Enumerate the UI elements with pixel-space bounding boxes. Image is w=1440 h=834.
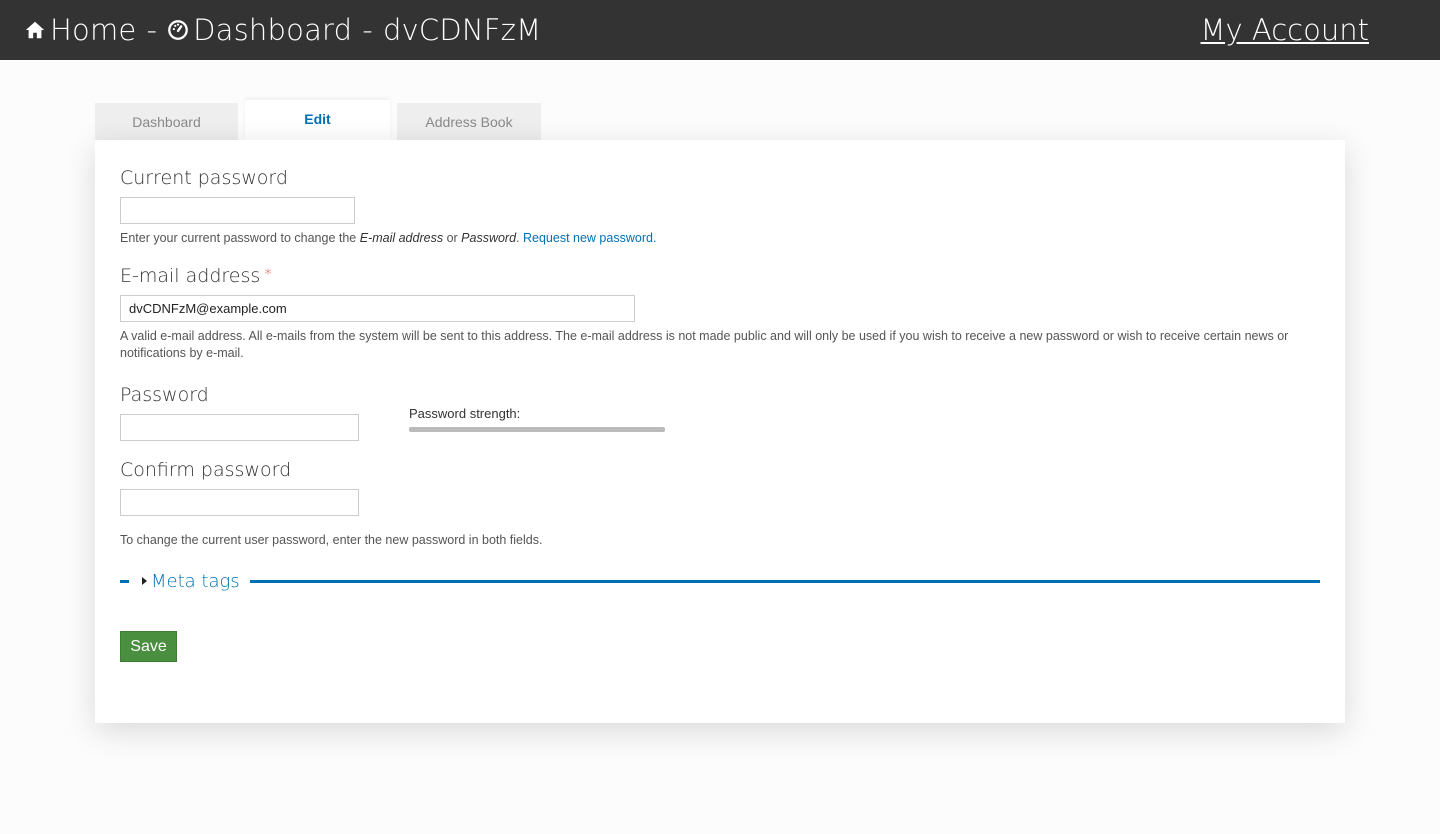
confirm-password-input[interactable] bbox=[120, 489, 359, 516]
description-text: or bbox=[443, 231, 462, 245]
breadcrumb-dashboard-link[interactable]: Dashboard bbox=[193, 13, 352, 47]
breadcrumb-home-link[interactable]: Home bbox=[50, 13, 136, 47]
confirm-password-label: Confirm password bbox=[120, 459, 292, 481]
save-button[interactable]: Save bbox=[120, 631, 177, 662]
home-icon bbox=[24, 19, 46, 41]
edit-account-form: Current password Enter your current pass… bbox=[95, 140, 1345, 723]
email-label: E-mail address * bbox=[120, 265, 272, 287]
password-label: Password bbox=[120, 384, 209, 406]
current-password-description: Enter your current password to change th… bbox=[120, 230, 656, 247]
current-password-label: Current password bbox=[120, 167, 288, 189]
breadcrumb-separator: - bbox=[362, 13, 373, 47]
meta-tags-fieldset: Meta tags bbox=[120, 568, 1320, 594]
description-text: . bbox=[516, 231, 523, 245]
meta-tags-toggle[interactable]: Meta tags bbox=[142, 568, 240, 594]
fieldset-border bbox=[120, 580, 129, 583]
email-description: A valid e-mail address. All e-mails from… bbox=[120, 329, 1289, 360]
fieldset-border bbox=[250, 580, 1320, 583]
password-strength-label: Password strength: bbox=[409, 406, 521, 421]
email-label-text: E-mail address bbox=[120, 265, 261, 287]
request-new-password-link[interactable]: Request new password bbox=[523, 231, 653, 245]
breadcrumb-separator: - bbox=[146, 13, 158, 47]
top-bar: Home - Dashboard - dvCDNFzM My Account bbox=[0, 0, 1440, 60]
required-marker: * bbox=[264, 265, 272, 283]
dashboard-gauge-icon bbox=[167, 19, 189, 41]
meta-tags-label: Meta tags bbox=[151, 570, 240, 592]
tab-address-book[interactable]: Address Book bbox=[397, 103, 541, 140]
current-password-input[interactable] bbox=[120, 197, 355, 224]
password-input[interactable] bbox=[120, 414, 359, 441]
confirm-password-description: To change the current user password, ent… bbox=[120, 533, 543, 547]
description-field-password: Password bbox=[461, 231, 517, 245]
description-text: Enter your current password to change th… bbox=[120, 231, 360, 245]
my-account-link[interactable]: My Account bbox=[1201, 0, 1370, 60]
description-field-email: E-mail address bbox=[359, 231, 444, 245]
breadcrumb: Home - Dashboard - dvCDNFzM bbox=[24, 0, 541, 60]
tab-edit[interactable]: Edit bbox=[245, 100, 390, 140]
caret-right-icon bbox=[142, 577, 147, 585]
description-text: . bbox=[652, 231, 657, 245]
password-strength-meter bbox=[409, 427, 665, 432]
account-tabs: Dashboard Edit Address Book bbox=[95, 100, 548, 140]
email-input[interactable] bbox=[120, 295, 635, 322]
breadcrumb-username: dvCDNFzM bbox=[382, 13, 542, 47]
tab-dashboard[interactable]: Dashboard bbox=[95, 103, 238, 140]
